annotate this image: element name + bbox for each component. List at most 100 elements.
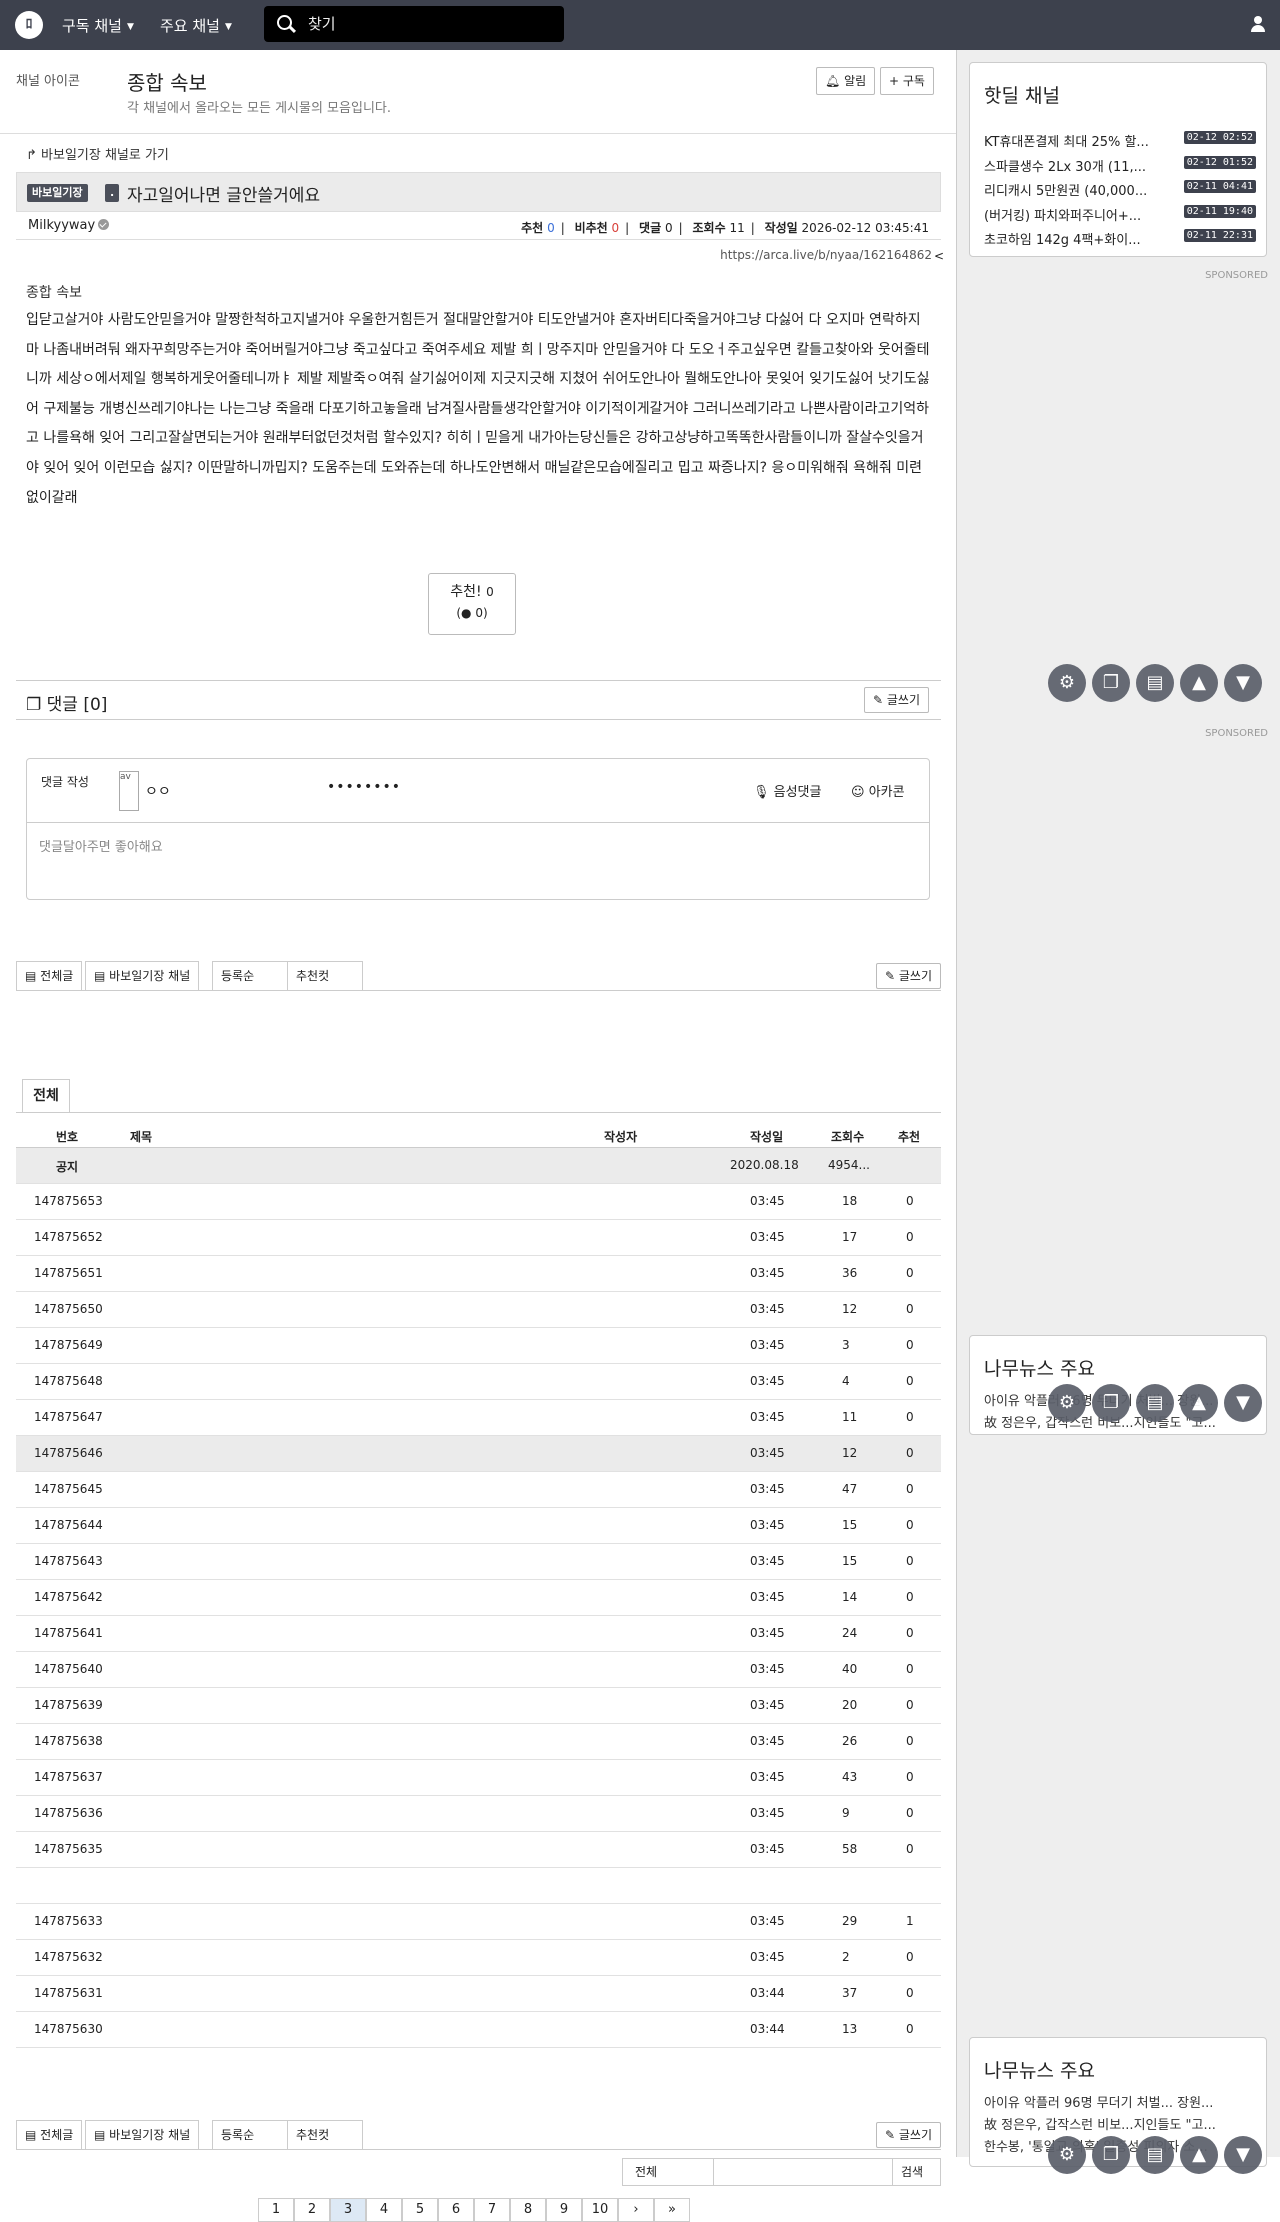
post-author[interactable]: Milkyyway (28, 218, 110, 233)
table-row[interactable]: 147875641카운터사이드야심한 밤 야바위꾼 등장 [5]Tadyu03:… (16, 1616, 941, 1652)
arcacon-button[interactable]: ☺ 아카콘 (851, 781, 905, 800)
page-button[interactable]: 1 (258, 2198, 294, 2222)
table-row[interactable]: 147875638로보토미 코퍼레이션선생님들 7.5-24에서 자로한테 1명… (16, 1724, 941, 1760)
user-icon[interactable] (1250, 16, 1266, 32)
copy-icon[interactable]: ❐ (1092, 2136, 1130, 2174)
settings-gear-icon[interactable]: ⚙ (1048, 1384, 1086, 1422)
table-row[interactable]: 147875631승리의 여신 니케중식은 모르겠고 [3]수슈슈슈03:443… (16, 1976, 941, 2012)
table-row[interactable]: 147875649유즈소프트스포발드스카이) ㅠㅠㅠㅠㅠㅠㅠㅠㅠㅠㅠㅠㅠㅠㅠㅠㅠ… (16, 1328, 941, 1364)
hotdeal-item[interactable]: KT휴대폰결제 최대 25% 할... 02-12 02:52 (984, 131, 1256, 150)
table-row[interactable]: 147875651명조스토리이번사건 가장 잘 해결해줄 능력을 갖고있는 공.… (16, 1256, 941, 1292)
notice-row[interactable]: 공지아카라이브 모바일 앱 이용 안내(iOS/Android) *☆☆2020… (16, 1148, 941, 1184)
page-button[interactable]: 10 (582, 2198, 618, 2222)
arca-logo-icon[interactable]: ﾛ (15, 11, 43, 39)
password-field[interactable]: •••••••• (327, 779, 401, 795)
recommend-button[interactable]: 추천! 0 (● 0) (428, 573, 516, 635)
best-select[interactable]: 추천컷 (287, 961, 363, 991)
news-item[interactable]: 아이유 악플러 96명 무더기 처벌... 장원... (984, 2092, 1256, 2111)
table-row[interactable]: 147875640명일방주 엔드필드10연들 길막 뭔데 [2]내가한거아님03… (16, 1652, 941, 1688)
news-item[interactable]: 故 정은우, 갑작스런 비보...지인들도 "고... (984, 2114, 1256, 2133)
hotdeal-item[interactable]: (버거킹) 파치와퍼주니어+... 02-11 19:40 (984, 204, 1256, 224)
copy-icon[interactable]: ❐ (1092, 664, 1130, 702)
page-button[interactable]: » (654, 2198, 690, 2222)
all-posts-button[interactable]: ▤ 전체글 (16, 2120, 83, 2150)
table-row[interactable]: 147875632유즈소프트다우너온천) 급식새끼가 폼은 뒤지게 잡네 네코에… (16, 1940, 941, 1976)
table-row[interactable]: 147875653원신근데 시그원을 왜 개물이라함? [2]루이즈_프랑...… (16, 1184, 941, 1220)
scroll-up-icon[interactable]: ▲ (1180, 664, 1218, 702)
post-link[interactable]: https://arca.live/b/nyaa/162164862 (720, 248, 932, 262)
sort-select[interactable]: 등록순 (212, 961, 288, 991)
hotdeal-item[interactable]: 리디캐시 5만원권 (40,000... 02-11 04:41 (984, 180, 1256, 199)
table-row[interactable]: 147875647유즈소프트중계글 그때 그때 안 쓰고 임시저장 해둔 거 올… (16, 1400, 941, 1436)
comment-textarea[interactable]: 댓글달아주면 좋아해요 (39, 836, 163, 855)
table-row[interactable]: 147875636마법소녀들의 도시자유아 근데 괴인 설정이 이게인이면 좀 … (16, 1796, 941, 1832)
sort-select[interactable]: 등록순 (212, 2120, 288, 2150)
write-button[interactable]: ✎ 글쓰기 (876, 963, 941, 989)
table-row[interactable]: 147875643명일방주 엔드필드여풍 대비용 용사 정가하기 vs 안하기 … (16, 1544, 941, 1580)
table-row[interactable]: 147875645명일방주 엔드필드마블은 노도핑 코팅하지만 로덴은 못 깨는… (16, 1472, 941, 1508)
page-button[interactable]: › (618, 2198, 654, 2222)
page-button[interactable]: 9 (546, 2198, 582, 2222)
scroll-up-icon[interactable]: ▲ (1180, 1384, 1218, 1422)
scroll-down-icon[interactable]: ▼ (1224, 664, 1262, 702)
table-row[interactable]: 147875639샤인머스켓일반옌찌 블랙진 때문에 올리는 블랙진 소킹 물빠… (16, 1688, 941, 1724)
hotdeal-item[interactable]: 초코하임 142g 4팩+화이... 02-11 22:31 (984, 229, 1256, 248)
page-button[interactable]: 7 (474, 2198, 510, 2222)
page-button[interactable]: 5 (402, 2198, 438, 2222)
list-icon[interactable]: ▤ (1136, 664, 1174, 702)
alarm-button[interactable]: 🔔︎ 알림 (816, 67, 876, 95)
write-button[interactable]: ✎ 글쓰기 (876, 2122, 941, 2148)
main-channels-menu[interactable]: 주요 채널 ▼ (160, 15, 232, 36)
page-button[interactable]: 6 (438, 2198, 474, 2222)
list-search-button[interactable]: 검색 (892, 2158, 941, 2186)
channel-title[interactable]: 종합 속보 (127, 67, 207, 96)
copy-icon[interactable]: ❐ (1092, 1384, 1130, 1422)
subcategory-badge[interactable]: . (105, 184, 120, 202)
table-row[interactable]: 147875635던전앤파이터피방에서 유리스 뿌리면 어떡하냐 [11]맞던틀… (16, 1832, 941, 1868)
scroll-down-icon[interactable]: ▼ (1224, 1384, 1262, 1422)
list-icon[interactable]: ▤ (1136, 1384, 1174, 1422)
search-input[interactable]: 찾기 (264, 6, 564, 42)
hotdeal-title[interactable]: 핫딜 채널 (984, 81, 1060, 108)
scroll-up-icon[interactable]: ▲ (1180, 2136, 1218, 2174)
page-button[interactable]: 8 (510, 2198, 546, 2222)
all-posts-button[interactable]: ▤ 전체글 (16, 961, 83, 991)
settings-gear-icon[interactable]: ⚙ (1048, 2136, 1086, 2174)
page-button[interactable]: 4 (366, 2198, 402, 2222)
table-row[interactable]: (권한 없음) (16, 1868, 941, 1904)
scroll-down-icon[interactable]: ▼ (1224, 2136, 1262, 2174)
search-scope-select[interactable]: 전체 (622, 2158, 714, 2186)
nickname-field[interactable]: ㅇㅇ (145, 781, 171, 801)
row-num: 147875653 (34, 1194, 103, 1208)
channel-posts-button[interactable]: ▤ 바보일기장 채널 (85, 961, 200, 991)
page-button[interactable]: 2 (294, 2198, 330, 2222)
channel-posts-button[interactable]: ▤ 바보일기장 채널 (85, 2120, 200, 2150)
subscribe-button[interactable]: + 구독 (880, 67, 934, 95)
table-row[interactable]: 147875646바보일기장.자고일어나면 글안쓸거에요 Milkyyway03… (16, 1436, 941, 1472)
list-icon[interactable]: ▤ (1136, 2136, 1174, 2174)
table-row[interactable]: 147875630바보같은오웅 [4]백톳맨03:44130 (16, 2012, 941, 2048)
table-row[interactable]: 147875652던전앤파이터와 오늘 잠못잔다 기록보관03:45170 (16, 1220, 941, 1256)
best-select[interactable]: 추천컷 (287, 2120, 363, 2150)
share-icon[interactable]: < (934, 249, 944, 263)
table-row[interactable]: 147875644명조치사는 에코파밍 악몽밖에 없는건가 슈슈슈슈03:451… (16, 1508, 941, 1544)
list-search-input[interactable] (713, 2158, 893, 2186)
category-badge[interactable]: 바보일기장 (27, 184, 88, 202)
table-row[interactable]: 147875648파이널판타지14일반1층은 허벌이네 백합의꽃말03:4540 (16, 1364, 941, 1400)
page-button[interactable]: 3 (330, 2198, 366, 2222)
table-row[interactable]: 147875633명조여기광고에 나오는 노래 이름 뭐임? [1]cascas… (16, 1904, 941, 1940)
tab-all[interactable]: 전체 (22, 1079, 70, 1112)
arcacon-label: 아카콘 (868, 785, 905, 800)
table-row[interactable]: 147875642원신야심한 새벽에 어울리는 애니 추천함 히아킨유니콘03:… (16, 1580, 941, 1616)
subscribed-channels-menu[interactable]: 구독 채널 ▼ (62, 15, 134, 36)
row-views: 3 (842, 1338, 850, 1352)
goto-channel-link[interactable]: ↱ 바보일기장 채널로 가기 (26, 144, 169, 163)
table-row[interactable]: 147875650가이진개인적인 생각이긴 하다만 그말이율돌까03:45120 (16, 1292, 941, 1328)
namunews-title[interactable]: 나무뉴스 주요 (984, 2056, 1095, 2083)
hotdeal-item[interactable]: 스파클생수 2Lx 30개 (11,... 02-12 01:52 (984, 155, 1256, 175)
namunews-title[interactable]: 나무뉴스 주요 (984, 1354, 1095, 1381)
settings-gear-icon[interactable]: ⚙ (1048, 664, 1086, 702)
table-row[interactable]: 147875637승리의 여신 니케누가 뭐래도 명실상부 최고의 중국집 [1… (16, 1760, 941, 1796)
voice-comment-button[interactable]: 🎙︎ 음성댓글 (753, 781, 821, 800)
comment-write-button[interactable]: ✎ 글쓰기 (864, 687, 929, 713)
